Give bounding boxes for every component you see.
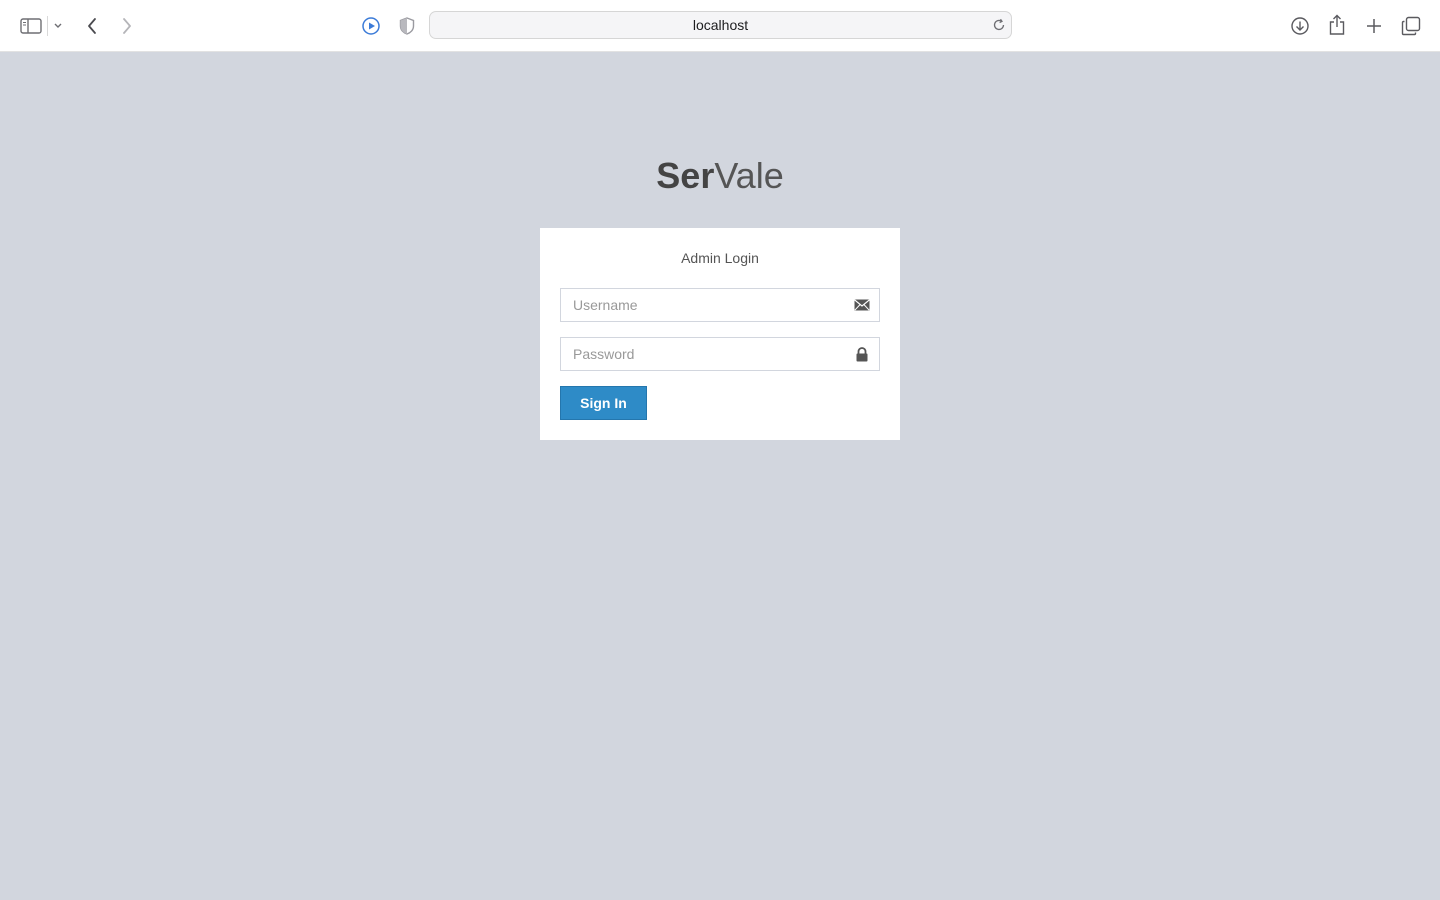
login-box: Admin Login Sign In	[540, 228, 900, 440]
plus-icon[interactable]	[1364, 14, 1384, 38]
username-input[interactable]	[561, 289, 879, 321]
logo-bold-text: Ser	[656, 155, 715, 196]
download-icon[interactable]	[1289, 14, 1311, 38]
forward-icon[interactable]	[117, 14, 137, 38]
password-input[interactable]	[561, 338, 879, 370]
logo-light-text: Vale	[714, 155, 784, 196]
share-icon[interactable]	[1327, 12, 1347, 38]
sidebar-icon[interactable]	[18, 14, 44, 38]
back-icon[interactable]	[82, 14, 102, 38]
browser-toolbar: localhost	[0, 0, 1440, 52]
username-field[interactable]	[560, 288, 880, 322]
toolbar-divider	[47, 16, 48, 36]
chevron-down-icon[interactable]	[52, 18, 64, 34]
lock-icon	[853, 346, 871, 362]
reload-icon[interactable]	[991, 17, 1007, 33]
login-title: Admin Login	[681, 250, 759, 266]
envelope-icon	[853, 297, 871, 313]
address-bar[interactable]: localhost	[429, 11, 1012, 39]
tabs-icon[interactable]	[1400, 14, 1422, 38]
password-field[interactable]	[560, 337, 880, 371]
app-logo: SerVale	[0, 155, 1440, 197]
media-play-icon[interactable]	[360, 14, 382, 38]
address-text[interactable]: localhost	[430, 12, 1011, 38]
sign-in-button[interactable]: Sign In	[560, 386, 647, 420]
shield-icon[interactable]	[397, 14, 417, 38]
